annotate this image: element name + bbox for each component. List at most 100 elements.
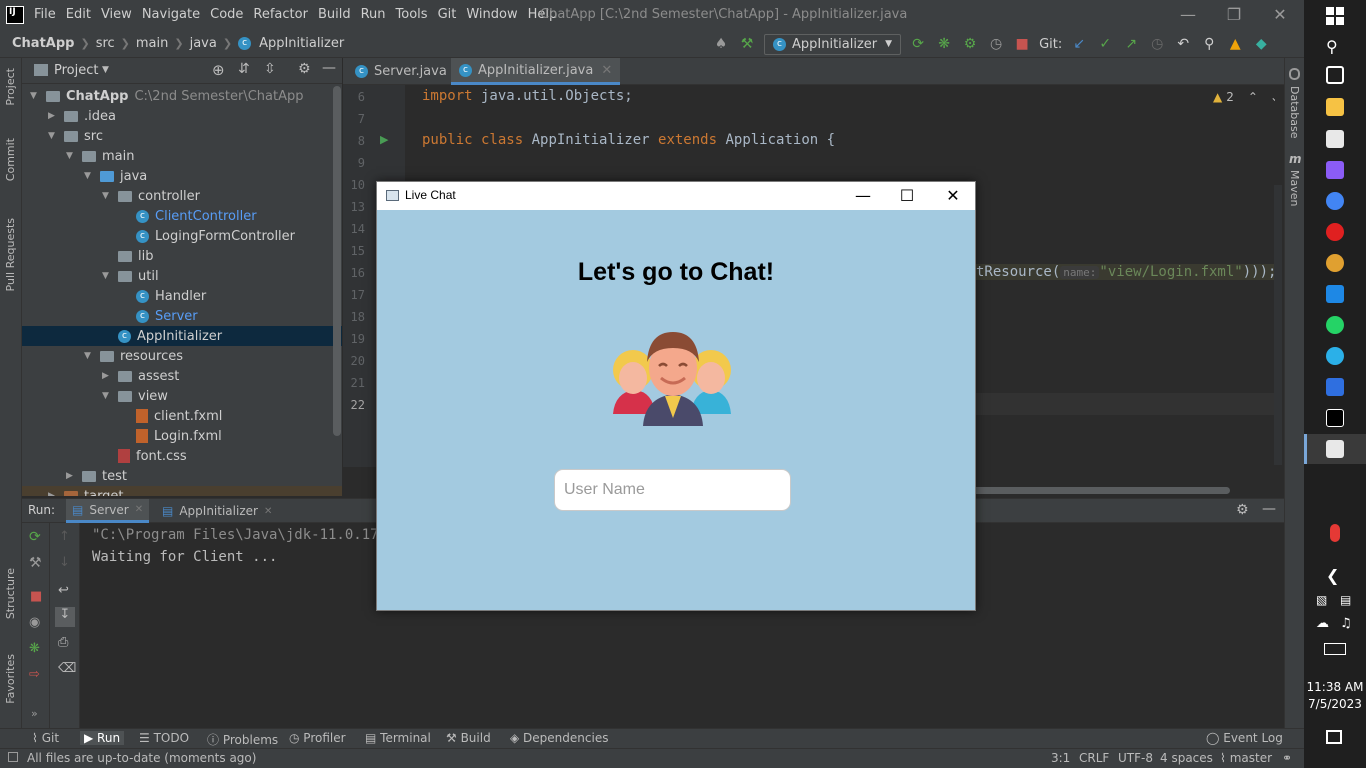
menu-tools[interactable]: Tools [396, 7, 428, 22]
project-panel-title[interactable]: Project [54, 63, 98, 78]
hide-panel-icon[interactable]: — [1262, 501, 1276, 517]
tool-problems[interactable]: ⓘ Problems [207, 731, 278, 748]
file-encoding[interactable]: UTF-8 [1118, 751, 1153, 765]
structure-tool-tab[interactable]: Structure [4, 568, 17, 619]
opera-icon[interactable] [1326, 223, 1344, 241]
gear-icon[interactable]: ⚙ [298, 61, 311, 77]
project-tool-tab[interactable]: Project [4, 68, 17, 106]
line-separator[interactable]: CRLF [1079, 751, 1109, 765]
close-icon[interactable]: ✕ [933, 184, 973, 208]
visual-studio-icon[interactable] [1326, 161, 1344, 179]
menu-build[interactable]: Build [318, 7, 351, 22]
tool-build[interactable]: ⚒ Build [446, 731, 491, 745]
rerun-icon[interactable]: ⟳ [909, 36, 927, 52]
tree-item-handler[interactable]: c Handler [22, 286, 342, 306]
debug-icon[interactable]: ❋ [935, 36, 953, 52]
tree-item-lib[interactable]: lib [22, 246, 342, 266]
stop-icon[interactable]: ■ [30, 589, 42, 604]
tree-item-main[interactable]: ▼ main [22, 146, 342, 166]
tree-item-login-fxml[interactable]: Login.fxml [22, 426, 342, 446]
chrome-icon[interactable] [1326, 192, 1344, 210]
locate-icon[interactable]: ⊕ [212, 61, 225, 79]
onedrive-icon[interactable]: ☁ [1316, 616, 1329, 631]
rollback-icon[interactable]: ↶ [1174, 36, 1192, 52]
favorites-tool-tab[interactable]: Favorites [4, 654, 17, 704]
tree-item-resources[interactable]: ▼ resources [22, 346, 342, 366]
menu-refactor[interactable]: Refactor [253, 7, 308, 22]
profile-icon[interactable]: ◷ [987, 36, 1005, 52]
close-icon[interactable]: ✕ [264, 506, 272, 517]
arrow-down-icon[interactable]: ↓ [59, 555, 70, 570]
debug-icon[interactable]: ❋ [29, 641, 40, 656]
tree-item-client-fxml[interactable]: client.fxml [22, 406, 342, 426]
tree-item-view[interactable]: ▼ view [22, 386, 342, 406]
tree-item-controller[interactable]: ▼ controller [22, 186, 342, 206]
breadcrumb-project[interactable]: ChatApp [12, 36, 74, 51]
lock-icon[interactable]: ⚭ [1282, 751, 1292, 765]
temperature-icon[interactable] [1330, 524, 1340, 542]
build-hammer-icon[interactable]: ⚒ [738, 36, 756, 52]
database-tool-tab[interactable]: Database [1288, 86, 1301, 139]
edge-icon[interactable] [1326, 347, 1344, 365]
layout-icon[interactable] [8, 752, 18, 762]
update-icon[interactable]: ▲ [1226, 36, 1244, 52]
git-commit-icon[interactable]: ✓ [1096, 36, 1114, 52]
gear-icon[interactable]: ⚙ [1236, 502, 1249, 518]
username-input[interactable] [554, 469, 791, 511]
tool-git[interactable]: ⌇ Git [32, 731, 59, 745]
arrow-up-icon[interactable]: ↑ [59, 529, 70, 544]
taskbar-clock[interactable]: 11:38 AM 7/5/2023 [1304, 679, 1366, 713]
tool-dependencies[interactable]: ◈ Dependencies [510, 731, 608, 745]
tree-item-util[interactable]: ▼ util [22, 266, 342, 286]
run-config-select[interactable]: c AppInitializer ▼ [764, 33, 902, 55]
caret-position[interactable]: 3:1 [1051, 751, 1070, 765]
git-branch[interactable]: ⌇ master [1220, 751, 1272, 765]
keyboard-icon[interactable] [1324, 643, 1346, 655]
project-scrollbar[interactable] [333, 86, 341, 436]
docs-icon[interactable] [1326, 378, 1344, 396]
tool-terminal[interactable]: ▤ Terminal [365, 731, 431, 745]
store-icon[interactable] [1326, 130, 1344, 148]
run-gutter-icon[interactable]: ▶ [380, 133, 388, 146]
menu-view[interactable]: View [101, 7, 132, 22]
git-push-icon[interactable]: ↗ [1122, 36, 1140, 52]
history-icon[interactable]: ◷ [1148, 36, 1166, 52]
indent-setting[interactable]: 4 spaces [1160, 751, 1213, 765]
mail-icon[interactable] [1326, 285, 1344, 303]
tree-item-server[interactable]: c Server [22, 306, 342, 326]
print-icon[interactable]: ⎙ [58, 635, 68, 650]
menu-run[interactable]: Run [361, 7, 386, 22]
restore-icon[interactable]: ❐ [1224, 5, 1244, 25]
intellij-taskbar-icon[interactable] [1326, 409, 1344, 427]
network-icon[interactable]: ▤ [1340, 593, 1351, 607]
tree-item-test[interactable]: ▶ test [22, 466, 342, 486]
user-icon[interactable]: ♠ [712, 36, 730, 52]
volume-icon[interactable]: ♫ [1340, 616, 1352, 631]
close-icon[interactable]: ✕ [601, 63, 612, 78]
whatsapp-icon[interactable] [1326, 316, 1344, 334]
chevron-up-icon[interactable]: ⌃ [1248, 90, 1258, 104]
menu-git[interactable]: Git [438, 7, 457, 22]
rerun-icon[interactable]: ⟳ [29, 529, 41, 545]
tree-item-logingformcontroller[interactable]: c LogingFormController [22, 226, 342, 246]
tree-item-assest[interactable]: ▶ assest [22, 366, 342, 386]
coverage-icon[interactable]: ⚙ [961, 36, 979, 52]
tree-item-idea[interactable]: ▶ .idea [22, 106, 342, 126]
editor-scrollbar[interactable] [1274, 185, 1282, 465]
stop-icon[interactable]: ■ [1013, 36, 1031, 52]
hide-panel-icon[interactable]: — [322, 60, 336, 76]
tree-item-java[interactable]: ▼ java [22, 166, 342, 186]
minimize-icon[interactable]: — [843, 184, 883, 208]
search-icon[interactable]: ⚲ [1200, 36, 1218, 52]
tool-profiler[interactable]: ◷ Profiler [289, 731, 346, 745]
tree-item-appinitializer[interactable]: c AppInitializer [22, 326, 342, 346]
tree-item-font-css[interactable]: font.css [22, 446, 342, 466]
tree-item-clientcontroller[interactable]: c ClientController [22, 206, 342, 226]
menu-navigate[interactable]: Navigate [142, 7, 200, 22]
wrench-icon[interactable]: ⚒ [29, 555, 42, 571]
trash-icon[interactable]: ⌫ [58, 661, 76, 676]
tree-item-target[interactable]: ▶ target [22, 486, 342, 496]
windows-start-icon[interactable] [1326, 7, 1344, 25]
menu-code[interactable]: Code [210, 7, 243, 22]
jetbrains-icon[interactable]: ◆ [1252, 36, 1270, 52]
